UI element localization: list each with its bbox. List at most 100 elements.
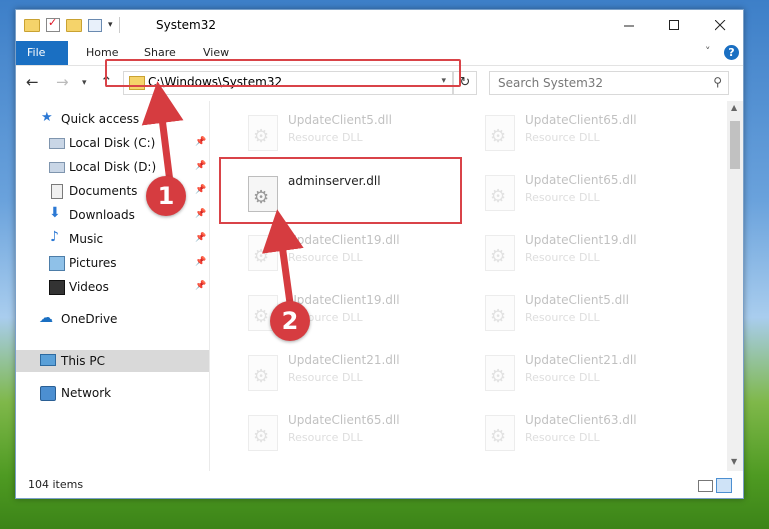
nav-item-network[interactable]: Network: [16, 382, 209, 404]
dll-file-icon: [485, 175, 515, 211]
dll-file-icon: [248, 115, 278, 151]
pc-icon: [40, 354, 56, 366]
file-type: Resource DLL: [525, 311, 600, 324]
nav-item-music[interactable]: ♪ Music 📌: [16, 228, 209, 250]
star-icon: ★: [41, 110, 53, 125]
file-name: UpdateClient65.dll: [525, 173, 637, 187]
item-count: 104 items: [28, 478, 84, 491]
vertical-scrollbar[interactable]: ▲ ▼: [727, 101, 743, 471]
file-type: Resource DLL: [525, 371, 600, 384]
chevron-down-icon[interactable]: ▾: [108, 20, 113, 30]
file-item[interactable]: UpdateClient5.dll Resource DLL: [238, 107, 458, 159]
tab-file[interactable]: File: [16, 41, 68, 65]
nav-item-label: Network: [61, 386, 112, 400]
close-button[interactable]: [697, 10, 743, 41]
status-bar: 104 items: [16, 472, 743, 498]
pin-icon[interactable]: 📌: [195, 161, 206, 171]
music-icon: ♪: [50, 229, 59, 245]
large-icons-view-icon[interactable]: [716, 478, 732, 493]
minimize-button[interactable]: [606, 10, 652, 41]
document-icon: [51, 184, 63, 199]
pictures-icon: [49, 256, 65, 271]
nav-item-label: Downloads: [69, 208, 135, 222]
nav-item-this-pc[interactable]: This PC: [16, 350, 209, 372]
properties-check-icon[interactable]: [46, 16, 60, 32]
file-item[interactable]: UpdateClient65.dll Resource DLL: [238, 407, 458, 459]
file-item[interactable]: UpdateClient65.dll Resource DLL: [475, 107, 695, 159]
file-type: Resource DLL: [525, 191, 600, 204]
file-item[interactable]: UpdateClient63.dll Resource DLL: [475, 407, 695, 459]
help-icon[interactable]: ?: [724, 45, 739, 60]
nav-item-label: Local Disk (C:): [69, 136, 156, 150]
cloud-icon: ☁: [39, 310, 53, 326]
pin-icon[interactable]: 📌: [195, 185, 206, 195]
maximize-button[interactable]: [651, 10, 697, 41]
search-icon[interactable]: ⚲: [713, 75, 722, 89]
nav-item-label: This PC: [61, 354, 105, 368]
network-icon: [40, 386, 56, 401]
file-item[interactable]: UpdateClient65.dll Resource DLL: [475, 167, 695, 219]
back-arrow-icon[interactable]: ←: [26, 73, 39, 91]
forward-arrow-icon[interactable]: →: [56, 73, 69, 91]
file-name: UpdateClient19.dll: [525, 233, 637, 247]
pin-icon[interactable]: 📌: [195, 281, 206, 291]
nav-item-local-disk-c[interactable]: Local Disk (C:) 📌: [16, 132, 209, 154]
nav-item-local-disk-d[interactable]: Local Disk (D:) 📌: [16, 156, 209, 178]
navigation-pane: ★ Quick access Local Disk (C:) 📌 Local D…: [16, 101, 209, 471]
file-type: Resource DLL: [288, 251, 363, 264]
address-highlight-box: [105, 59, 461, 87]
disk-icon: [49, 138, 65, 149]
file-name: UpdateClient65.dll: [525, 113, 637, 127]
nav-item-label: Documents: [69, 184, 138, 198]
dll-file-icon: [248, 355, 278, 391]
nav-item-onedrive[interactable]: ☁ OneDrive: [16, 308, 209, 330]
dll-file-icon: [485, 415, 515, 451]
file-type: Resource DLL: [288, 431, 363, 444]
step-2-badge: 2: [270, 301, 310, 341]
file-name: UpdateClient65.dll: [288, 413, 400, 427]
file-name: UpdateClient63.dll: [525, 413, 637, 427]
scroll-up-icon[interactable]: ▲: [731, 103, 737, 112]
search-box[interactable]: ⚲: [489, 71, 729, 95]
file-item[interactable]: UpdateClient21.dll Resource DLL: [475, 347, 695, 399]
file-name: UpdateClient5.dll: [288, 113, 392, 127]
file-name: UpdateClient19.dll: [288, 233, 400, 247]
new-folder-icon[interactable]: [66, 18, 82, 32]
divider: [118, 17, 120, 33]
file-type: Resource DLL: [288, 131, 363, 144]
file-name: UpdateClient21.dll: [525, 353, 637, 367]
nav-item-label: OneDrive: [61, 312, 118, 326]
file-item[interactable]: UpdateClient19.dll Resource DLL: [238, 227, 458, 279]
folder-icon[interactable]: [24, 18, 40, 32]
pin-icon[interactable]: 📌: [195, 209, 206, 219]
file-item[interactable]: UpdateClient5.dll Resource DLL: [475, 287, 695, 339]
dll-file-icon: [485, 355, 515, 391]
file-item[interactable]: UpdateClient19.dll Resource DLL: [475, 227, 695, 279]
file-name: UpdateClient5.dll: [525, 293, 629, 307]
scroll-down-icon[interactable]: ▼: [731, 457, 737, 466]
dll-file-icon: [248, 415, 278, 451]
nav-item-pictures[interactable]: Pictures 📌: [16, 252, 209, 274]
step-1-badge: 1: [146, 176, 186, 216]
dll-file-icon: [248, 235, 278, 271]
search-input[interactable]: [496, 75, 700, 91]
title-bar: ▾ System32: [16, 10, 743, 41]
expand-ribbon-icon[interactable]: ˅: [705, 45, 711, 58]
quick-access-toolbar: ▾: [24, 16, 120, 33]
nav-item-label: Videos: [69, 280, 109, 294]
nav-item-label: Music: [69, 232, 104, 246]
disk-icon: [49, 162, 65, 173]
scrollbar-thumb[interactable]: [730, 121, 740, 169]
file-item[interactable]: UpdateClient21.dll Resource DLL: [238, 347, 458, 399]
file-type: Resource DLL: [288, 371, 363, 384]
details-view-icon[interactable]: [698, 480, 713, 492]
recent-locations-icon[interactable]: ▾: [82, 78, 87, 88]
pin-icon[interactable]: 📌: [195, 137, 206, 147]
pin-icon[interactable]: 📌: [195, 233, 206, 243]
pin-icon[interactable]: 📌: [195, 257, 206, 267]
window-title: System32: [156, 18, 217, 32]
nav-item-videos[interactable]: Videos 📌: [16, 276, 209, 298]
file-name: UpdateClient21.dll: [288, 353, 400, 367]
nav-item-quick-access[interactable]: ★ Quick access: [16, 108, 209, 130]
customize-icon[interactable]: [88, 18, 102, 32]
